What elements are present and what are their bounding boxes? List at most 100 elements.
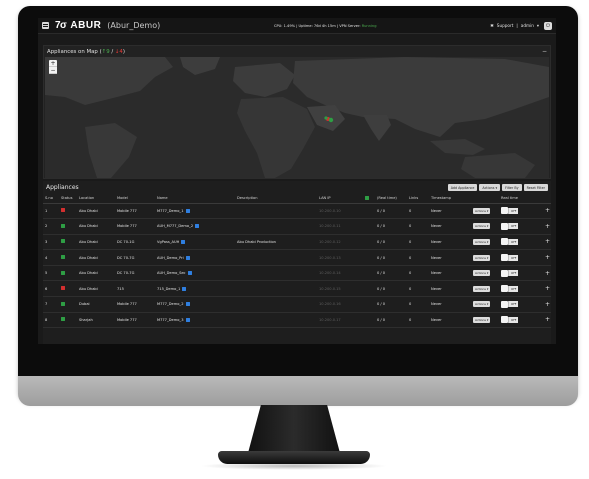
col-header[interactable]: Model	[115, 194, 155, 204]
row-location: Dubai	[77, 296, 115, 313]
edit-icon[interactable]	[185, 317, 190, 322]
add-appliance-button[interactable]: Add Appliance	[447, 184, 478, 191]
col-header[interactable]: Name	[155, 194, 235, 204]
zoom-in-button[interactable]: +	[49, 60, 57, 67]
realtime-toggle[interactable]: OFF	[501, 207, 519, 215]
table-row[interactable]: 2 Abu Dhabi Mobile 777 AUH_M777_Demo_2 10.20…	[43, 218, 551, 235]
col-header[interactable]: Location	[77, 194, 115, 204]
edit-icon[interactable]	[181, 239, 186, 244]
realtime-toggle[interactable]: OFF	[501, 254, 519, 262]
col-header[interactable]: Status	[59, 194, 77, 204]
row-name: VgPass_AUH	[155, 234, 235, 251]
status-up-icon	[61, 270, 65, 275]
realtime-toggle[interactable]: OFF	[501, 238, 519, 246]
world-map[interactable]: + −	[45, 57, 549, 178]
col-header[interactable]: (Real time)	[375, 194, 407, 204]
expand-plus-icon[interactable]: +	[545, 207, 550, 214]
edit-icon[interactable]	[182, 286, 187, 291]
expand-plus-icon[interactable]: +	[545, 223, 550, 230]
map-marker-up[interactable]	[324, 116, 328, 120]
col-header[interactable]: LAN IP	[317, 194, 363, 204]
table-row[interactable]: 3 Abu Dhabi DC 70-1G VgPass_AUH Abu Dhabi Pr…	[43, 234, 551, 251]
row-actions-button[interactable]: Actions ▾	[473, 254, 491, 261]
edit-icon[interactable]	[187, 271, 192, 276]
row-timestamp: Never	[429, 203, 471, 220]
appliance-name-link[interactable]: AUH_Demo_Sec	[157, 271, 186, 275]
top-bar: 7σ ABUR (Abur_Demo) CPU: 1.49% | Uptime:…	[38, 18, 556, 34]
appliance-name-link[interactable]: VgPass_AUH	[157, 240, 179, 244]
table-row[interactable]: 4 Abu Dhabi DC 70-7G AUH_Demo_Pri 10.200.0.1…	[43, 249, 551, 266]
realtime-toggle[interactable]: OFF	[501, 269, 519, 277]
table-row[interactable]: 5 Abu Dhabi DC 70-7G AUH_Demo_Sec 10.200.0.1…	[43, 265, 551, 282]
table-row[interactable]: 7 Dubai Mobile 777 M777_Demo_2 10.200.0.16 0 …	[43, 296, 551, 313]
appliance-name-link[interactable]: M777_Demo_1	[157, 209, 184, 213]
expand-plus-icon[interactable]: +	[545, 285, 550, 292]
row-lan-ip: 10.200.0.10	[317, 203, 363, 220]
filter-by-button[interactable]: Filter By	[502, 184, 522, 191]
appliance-name-link[interactable]: AUH_Demo_Pri	[157, 256, 184, 260]
row-links: 0	[407, 280, 429, 298]
actions-dropdown-button[interactable]: Actions ▾	[479, 184, 501, 191]
stage: 7σ ABUR (Abur_Demo) CPU: 1.49% | Uptime:…	[0, 0, 589, 479]
reset-filter-button[interactable]: Reset Filter	[523, 184, 548, 191]
collapse-icon[interactable]: −	[542, 48, 547, 55]
realtime-toggle[interactable]: OFF	[501, 316, 519, 324]
user-menu[interactable]: admin	[521, 23, 534, 28]
toggle-label: OFF	[508, 301, 519, 308]
vpn-label: VPN Server:	[339, 23, 361, 28]
col-header[interactable]: Links	[407, 194, 429, 204]
realtime-toggle[interactable]: OFF	[501, 300, 519, 308]
expand-plus-icon[interactable]: +	[545, 238, 550, 245]
realtime-toggle[interactable]: OFF	[501, 285, 519, 293]
table-row[interactable]: 8 Sharjah Mobile 777 M777_Demo_3 10.200.0.17…	[43, 312, 551, 329]
table-row[interactable]: 6 Abu Dhabi 715 715_Demo_1 10.200.0.15 0 / 00…	[43, 280, 551, 298]
col-header[interactable]: Description	[235, 194, 317, 204]
expand-plus-icon[interactable]: +	[545, 270, 550, 277]
zoom-out-button[interactable]: −	[49, 67, 57, 74]
row-links: 0	[407, 249, 429, 266]
row-lan-ip: 10.200.0.15	[317, 280, 363, 298]
power-icon[interactable]: ⏻	[544, 21, 552, 30]
table-row[interactable]: 1 Abu Dhabi Mobile 777 M777_Demo_1 10.200.0.…	[43, 203, 551, 220]
expand-plus-icon[interactable]: +	[545, 301, 550, 308]
world-map-svg	[45, 57, 549, 178]
row-actions: Actions ▾	[471, 203, 499, 220]
status-up-icon	[61, 301, 65, 306]
table-header-row: S.no Status Location Model Name Descript…	[43, 194, 551, 204]
edit-icon[interactable]	[185, 255, 190, 260]
support-icon: ✱	[490, 23, 494, 28]
appliance-name-link[interactable]: AUH_M777_Demo_2	[157, 224, 193, 228]
row-actions-button[interactable]: Actions ▾	[473, 270, 491, 277]
row-actions-button[interactable]: Actions ▾	[473, 238, 491, 245]
edit-icon[interactable]	[185, 208, 190, 213]
row-sno: 1	[43, 203, 59, 220]
row-actions-button[interactable]: Actions ▾	[473, 301, 491, 308]
row-actions-button[interactable]: Actions ▾	[473, 316, 491, 323]
support-link[interactable]: Support	[497, 23, 514, 28]
row-sno: 2	[43, 218, 59, 235]
col-header[interactable]: Timestamp	[429, 194, 471, 204]
edit-icon[interactable]	[195, 224, 200, 229]
appliance-name-link[interactable]: M777_Demo_3	[157, 318, 184, 322]
col-header[interactable]: S.no	[43, 194, 59, 204]
row-realtime-toggle: OFF	[499, 296, 539, 313]
expand-plus-icon[interactable]: +	[545, 316, 550, 323]
realtime-toggle[interactable]: OFF	[501, 222, 519, 230]
row-actions-button[interactable]: Actions ▾	[473, 285, 491, 292]
row-actions-button[interactable]: Actions ▾	[473, 207, 491, 214]
map-marker-up[interactable]	[328, 117, 334, 123]
row-name: AUH_M777_Demo_2	[155, 218, 235, 235]
row-actions-button[interactable]: Actions ▾	[473, 223, 491, 230]
monitor-stand-neck	[248, 405, 340, 453]
appliance-name-link[interactable]: M777_Demo_2	[157, 302, 184, 306]
row-status	[59, 265, 77, 282]
row-status	[59, 218, 77, 235]
menu-icon[interactable]	[42, 22, 49, 29]
vpn-status: Running	[361, 23, 377, 28]
edit-icon[interactable]	[185, 302, 190, 307]
appliance-name-link[interactable]: 715_Demo_1	[157, 287, 180, 291]
row-realtime-toggle: OFF	[499, 218, 539, 235]
expand-plus-icon[interactable]: +	[545, 254, 550, 261]
chevron-down-icon[interactable]: ▾	[537, 23, 539, 28]
col-header: Real time	[499, 194, 539, 204]
